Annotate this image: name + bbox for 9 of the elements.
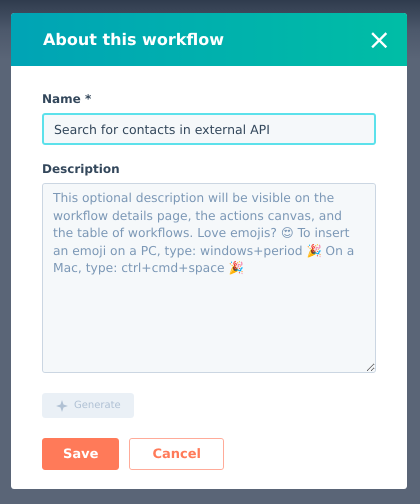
close-button[interactable]: × [368,26,391,54]
name-field[interactable]: Search for contacts in external API [42,113,376,145]
sparkle-icon [56,400,68,412]
description-field[interactable]: This optional description will be visible on the workflow details page, the actions canvas, and the table of workflows. Love emojis? 😍 To insert an emoji on a PC, type: windows+period 🎉 On a Mac, type: ctrl+cmd+space 🎉 [42,183,376,373]
field-label: Description [42,162,121,176]
dialog-title: About this workflow [43,30,224,49]
save-button[interactable]: Save [42,438,120,470]
field-label: Name * [42,92,92,106]
cancel-button[interactable]: Cancel [129,438,224,470]
